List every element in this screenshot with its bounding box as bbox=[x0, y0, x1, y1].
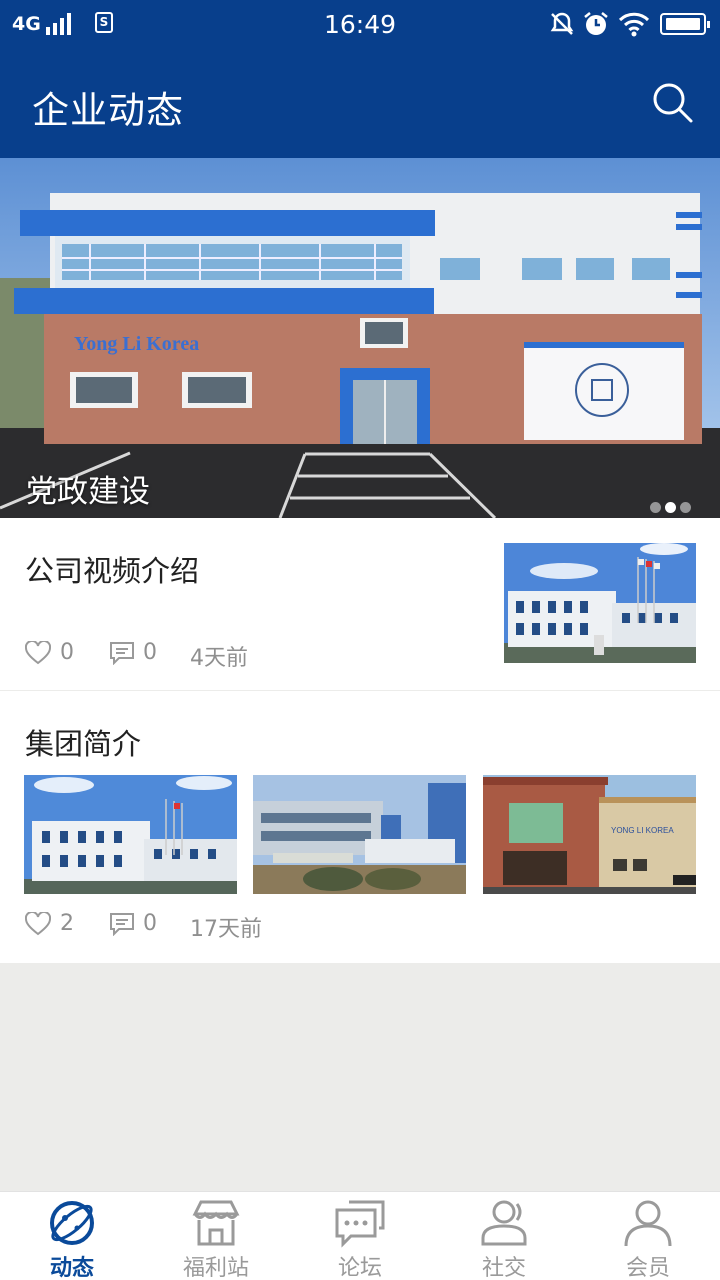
post-meta: 0 0 4天前 bbox=[25, 640, 325, 671]
wifi-icon bbox=[618, 12, 650, 37]
search-icon[interactable] bbox=[650, 80, 694, 124]
comment-count: 0 bbox=[143, 911, 157, 936]
status-bar: 4G S 16:49 bbox=[0, 0, 720, 50]
carousel-dot-active bbox=[665, 502, 676, 513]
heart-icon[interactable] bbox=[25, 912, 51, 936]
chat-icon bbox=[335, 1200, 385, 1248]
planet-icon bbox=[50, 1201, 94, 1245]
app-header: 企业动态 bbox=[0, 50, 720, 158]
post-image-3: YONG LI KOREA bbox=[483, 775, 696, 894]
carousel-indicator bbox=[646, 498, 691, 513]
post-image-2 bbox=[253, 775, 466, 894]
page-title: 企业动态 bbox=[32, 89, 184, 132]
like-count: 2 bbox=[60, 911, 74, 936]
contacts-icon bbox=[481, 1200, 527, 1246]
banner-image: Yong Li Korea bbox=[0, 158, 720, 518]
like-count: 0 bbox=[60, 640, 74, 665]
banner-caption: 党政建设 bbox=[26, 474, 150, 510]
comment-count: 0 bbox=[143, 640, 157, 665]
tab-label: 福利站 bbox=[182, 1256, 249, 1280]
svg-text:Yong Li Korea: Yong Li Korea bbox=[74, 333, 199, 355]
post-title: 公司视频介绍 bbox=[25, 554, 200, 588]
tab-huiyuan[interactable]: 会员 bbox=[576, 1192, 720, 1280]
post-meta: 2 0 17天前 bbox=[25, 911, 345, 942]
banner-carousel[interactable]: Yong Li Korea 党政建设 bbox=[0, 158, 720, 518]
svg-text:YONG LI KOREA: YONG LI KOREA bbox=[611, 826, 674, 835]
post-thumbnail bbox=[504, 543, 696, 663]
tab-label: 社交 bbox=[481, 1256, 526, 1280]
carousel-dot bbox=[680, 502, 691, 513]
shop-icon bbox=[192, 1200, 240, 1246]
heart-icon[interactable] bbox=[25, 641, 51, 665]
tab-label: 论坛 bbox=[337, 1256, 382, 1280]
tab-label: 动态 bbox=[49, 1256, 94, 1280]
post-time: 4天前 bbox=[190, 646, 248, 671]
post-image-1 bbox=[24, 775, 237, 894]
tab-fulizhan[interactable]: 福利站 bbox=[144, 1192, 288, 1280]
tab-label: 会员 bbox=[625, 1256, 670, 1280]
clock: 16:49 bbox=[323, 10, 397, 39]
carousel-dot bbox=[650, 502, 661, 513]
post-item[interactable]: 公司视频介绍 0 0 4天前 bbox=[0, 518, 720, 690]
tab-shejiao[interactable]: 社交 bbox=[432, 1192, 576, 1280]
battery-icon bbox=[660, 13, 710, 35]
tab-dongtai[interactable]: 动态 bbox=[0, 1192, 144, 1280]
bottom-navigation: 动态 福利站 论坛 社交 会员 bbox=[0, 1191, 720, 1280]
mute-bell-icon bbox=[550, 12, 574, 35]
post-item[interactable]: 集团简介 YONG LI KOREA 2 0 17天前 bbox=[0, 691, 720, 963]
comment-icon[interactable] bbox=[109, 912, 135, 936]
user-icon bbox=[624, 1200, 672, 1247]
post-time: 17天前 bbox=[190, 917, 262, 942]
tab-luntan[interactable]: 论坛 bbox=[288, 1192, 432, 1280]
alarm-icon bbox=[584, 12, 608, 35]
post-title: 集团简介 bbox=[25, 727, 142, 761]
comment-icon[interactable] bbox=[109, 641, 135, 665]
